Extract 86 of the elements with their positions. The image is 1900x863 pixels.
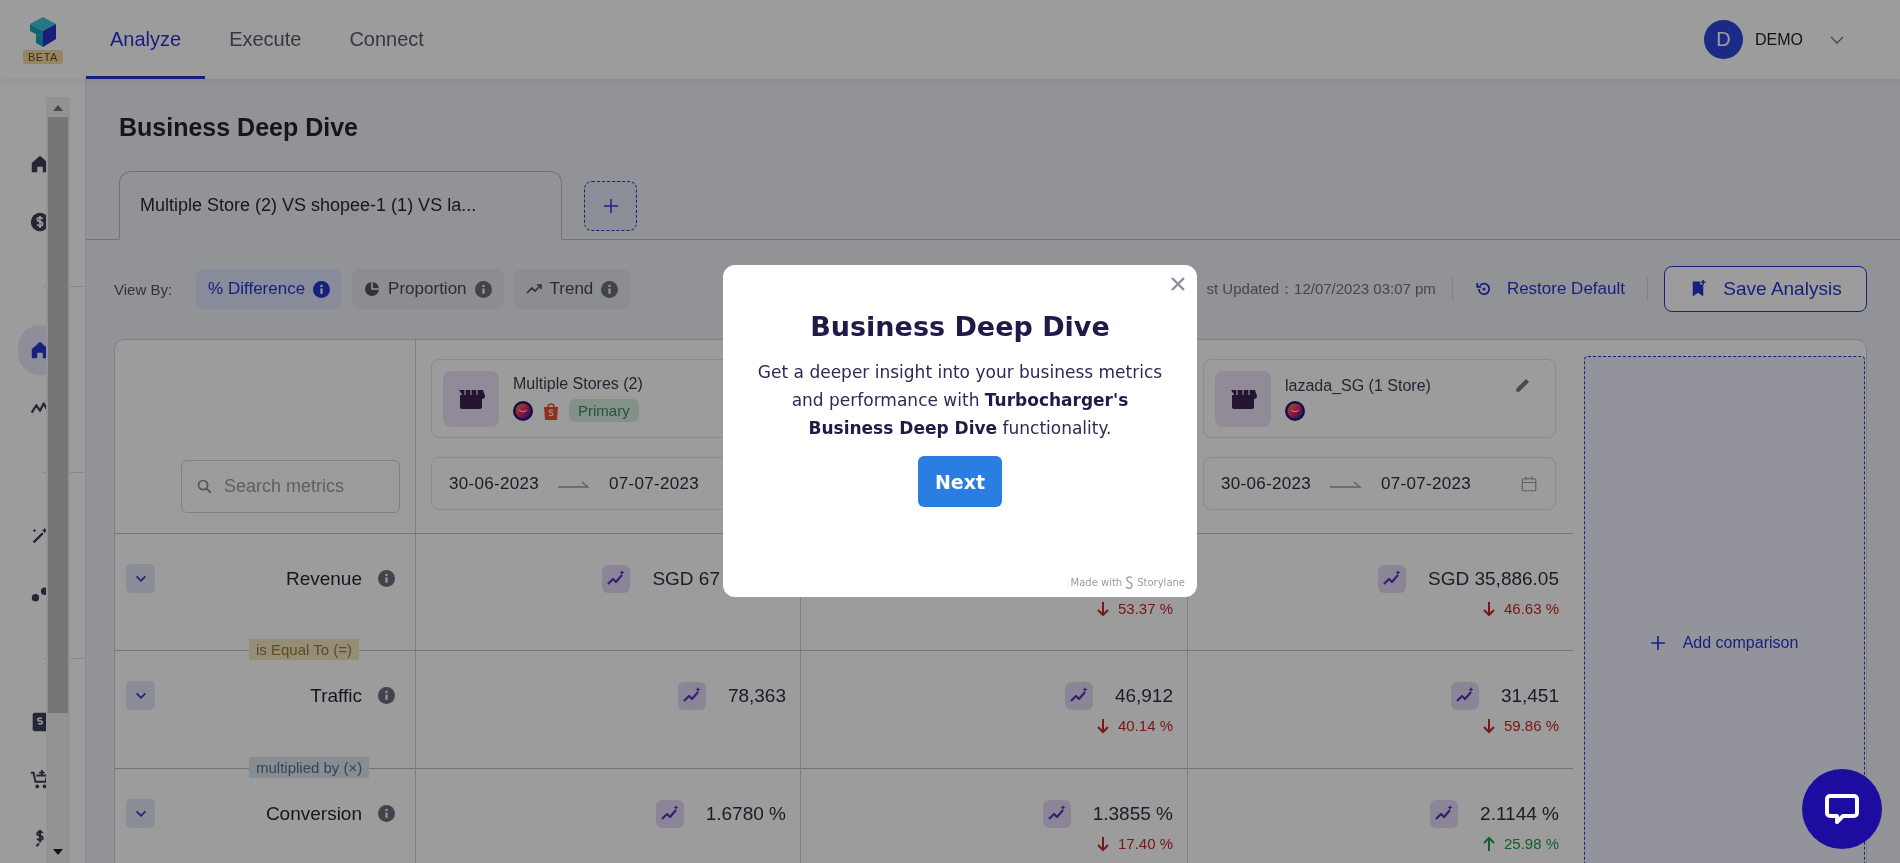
date-range-field[interactable]: 30-06-2023 07-07-2023 bbox=[1203, 457, 1556, 510]
metric-value: 1.6780 % bbox=[705, 803, 786, 825]
arrow-down-icon bbox=[1095, 835, 1110, 852]
sparkle-trend-icon[interactable] bbox=[1430, 800, 1459, 828]
operator-label: multiplied by (×) bbox=[249, 757, 370, 778]
end-date: 07-07-2023 bbox=[608, 473, 699, 494]
add-comparison-panel[interactable]: Add comparison bbox=[1584, 356, 1865, 863]
info-icon[interactable] bbox=[474, 280, 492, 298]
made-with-text: Made with bbox=[1070, 577, 1123, 588]
start-date: 30-06-2023 bbox=[1221, 473, 1311, 494]
nav-tab[interactable]: Execute bbox=[205, 0, 326, 79]
sparkle-trend-icon[interactable] bbox=[1450, 682, 1479, 710]
last-updated-text: st Updated：12/07/2023 03:07 pm bbox=[1206, 279, 1436, 299]
info-icon[interactable] bbox=[313, 280, 331, 298]
page-title: Business Deep Dive bbox=[119, 112, 359, 142]
metric-name: Traffic bbox=[310, 684, 362, 708]
view-option[interactable]: Proportion bbox=[352, 269, 504, 309]
start-date: 30-06-2023 bbox=[449, 473, 539, 494]
sparkle-trend-icon[interactable] bbox=[1064, 682, 1093, 710]
metric-value: 2.1144 % bbox=[1480, 803, 1559, 825]
change-percentage: 59.86 % bbox=[1481, 717, 1559, 734]
nav-tab[interactable]: Analyze bbox=[86, 0, 206, 79]
arrow-down-icon bbox=[1481, 600, 1496, 617]
search-field[interactable]: Search metrics bbox=[181, 460, 400, 513]
view-option[interactable]: % Difference bbox=[196, 269, 343, 309]
store-name: Multiple Stores (2) bbox=[513, 375, 644, 393]
pie-chart-icon bbox=[364, 281, 381, 297]
operator-label: is Equal To (=) bbox=[249, 639, 360, 660]
pencil-icon[interactable] bbox=[1514, 376, 1532, 394]
store-icon bbox=[443, 370, 499, 427]
change-percentage: 40.14 % bbox=[1095, 717, 1173, 734]
metric-value: SGD 67 bbox=[652, 568, 720, 590]
info-icon[interactable] bbox=[601, 280, 619, 298]
close-button[interactable] bbox=[1169, 275, 1187, 293]
user-name: DEMO bbox=[1755, 30, 1803, 49]
nav-tab[interactable]: Connect bbox=[325, 0, 448, 79]
arrow-down-icon bbox=[1481, 717, 1496, 734]
change-percentage: 53.37 % bbox=[1095, 600, 1173, 617]
metric-value: 46,912 bbox=[1114, 685, 1173, 707]
arrow-down-icon bbox=[1095, 600, 1110, 617]
sparkle-trend-icon[interactable] bbox=[655, 800, 684, 828]
shopping-bag-icon bbox=[541, 400, 561, 421]
sparkle-trend-icon[interactable] bbox=[1042, 800, 1071, 828]
restore-default-button[interactable]: Restore Default bbox=[1468, 279, 1631, 299]
save-analysis-button[interactable]: Save Analysis bbox=[1664, 266, 1867, 312]
metric-value: SGD 35,886.05 bbox=[1428, 568, 1559, 590]
sparkle-trend-icon[interactable] bbox=[602, 565, 631, 593]
view-option[interactable]: Trend bbox=[513, 269, 631, 309]
info-icon[interactable] bbox=[378, 805, 395, 822]
metric-value: 1.3855 % bbox=[1092, 803, 1173, 825]
view-by-label: View By: bbox=[114, 280, 173, 298]
store-name: lazada_SG (1 Store) bbox=[1285, 376, 1432, 395]
sparkle-trend-icon[interactable] bbox=[677, 682, 706, 710]
add-tab-button[interactable] bbox=[584, 181, 637, 231]
end-date: 07-07-2023 bbox=[1380, 473, 1471, 494]
dialog-text: Get a deeper insight into your business metrics and performance with Turbocharger's Business Deep Dive functionality. bbox=[756, 361, 1164, 440]
beta-badge: BETA bbox=[23, 50, 63, 64]
scroll-up-arrow-icon[interactable] bbox=[53, 105, 63, 111]
change-percentage: 25.98 % bbox=[1481, 835, 1559, 852]
add-comparison-button[interactable]: Add comparison bbox=[1644, 633, 1805, 653]
primary-tag: Primary bbox=[569, 399, 639, 422]
scrollbar[interactable] bbox=[46, 97, 70, 863]
user-avatar[interactable]: D bbox=[1704, 20, 1743, 59]
sparkle-trend-icon[interactable] bbox=[1378, 565, 1406, 593]
info-icon[interactable] bbox=[378, 687, 395, 704]
squiggle-logo-icon bbox=[1125, 576, 1135, 589]
plus-icon bbox=[1650, 636, 1665, 650]
change-percentage: 17.40 % bbox=[1095, 835, 1173, 852]
arrow-down-icon bbox=[1095, 717, 1110, 734]
next-button[interactable]: Next bbox=[918, 456, 1002, 507]
close-icon bbox=[1171, 277, 1185, 291]
dialog-title: Business Deep Dive bbox=[810, 311, 1110, 342]
arrow-up-icon bbox=[1481, 835, 1496, 852]
scroll-down-arrow-icon[interactable] bbox=[53, 849, 63, 855]
metric-name: Conversion bbox=[265, 802, 362, 826]
restore-icon bbox=[1474, 280, 1493, 298]
metric-name: Revenue bbox=[285, 567, 362, 591]
scrollbar-thumb[interactable] bbox=[48, 117, 68, 713]
store-icon bbox=[1215, 370, 1271, 427]
analysis-tab[interactable]: Multiple Store (2) VS shopee-1 (1) VS la... bbox=[119, 171, 562, 240]
brand-name: Storylane bbox=[1137, 577, 1185, 588]
info-icon[interactable] bbox=[378, 570, 395, 587]
plus-icon bbox=[602, 198, 619, 214]
metric-value: 78,363 bbox=[727, 685, 786, 707]
change-percentage: 46.63 % bbox=[1481, 600, 1559, 617]
metric-value: 31,451 bbox=[1500, 685, 1559, 707]
